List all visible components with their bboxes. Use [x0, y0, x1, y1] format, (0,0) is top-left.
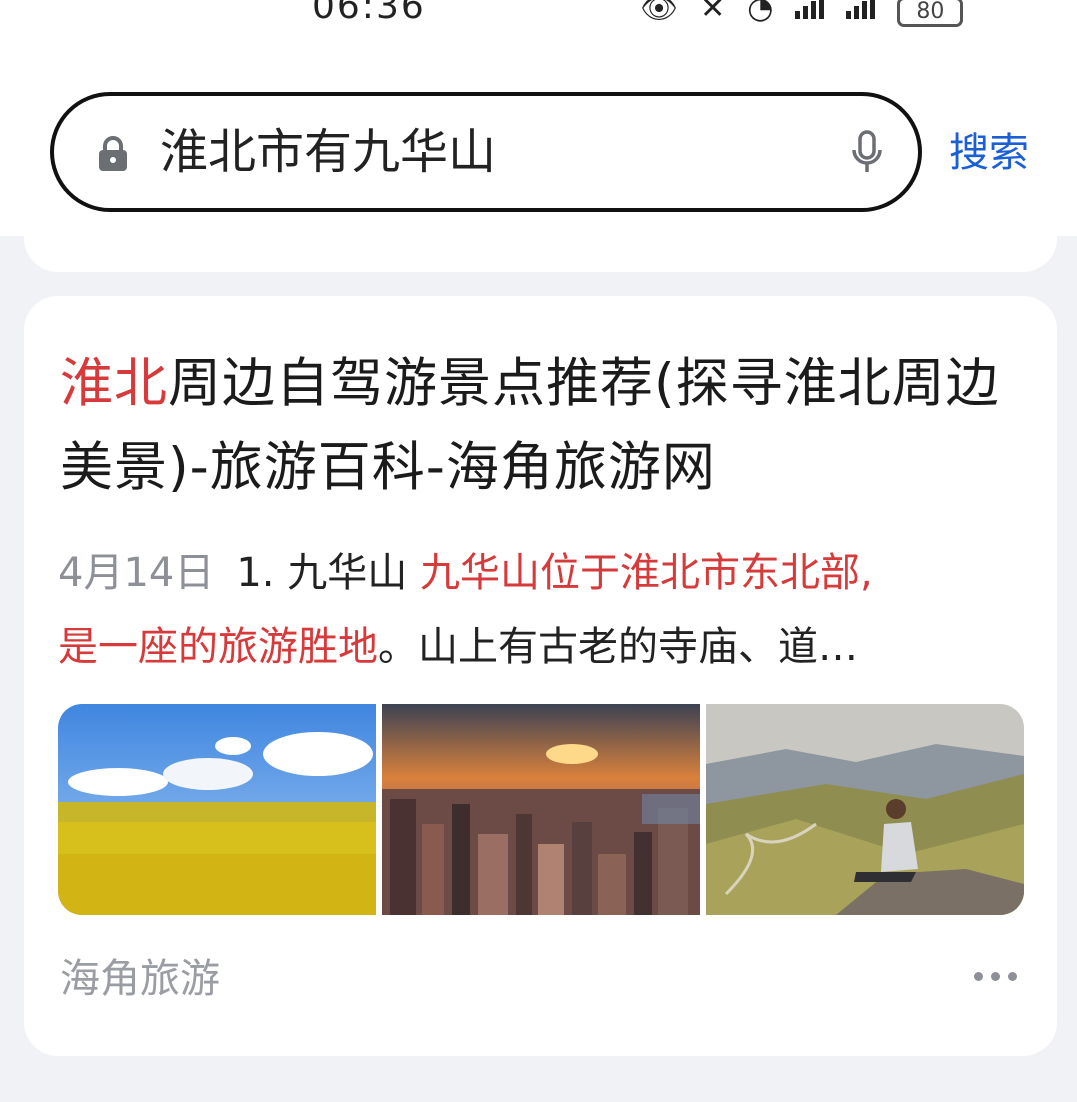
snippet-highlight-2: 是一座的旅游胜地: [58, 624, 378, 670]
wifi-icon: ◔: [747, 0, 774, 26]
title-highlight: 淮北: [60, 353, 168, 414]
signal-icon: [795, 0, 825, 19]
status-time: 06:36: [312, 0, 426, 27]
snippet-highlight: 九华山位于淮北市东北部,: [419, 550, 873, 596]
search-query: 淮北市有九华山: [160, 124, 497, 180]
mountain-valley-image[interactable]: [706, 704, 1024, 915]
snippet-suffix: 。山上有古老的寺庙、道…: [378, 624, 858, 670]
previous-result-card: [24, 220, 1057, 272]
dot: [974, 972, 983, 981]
search-input[interactable]: 淮北市有九华山: [50, 92, 922, 212]
search-button[interactable]: 搜索: [949, 126, 1029, 180]
search-result-card[interactable]: 淮北周边自驾游景点推荐(探寻淮北周边美景)-旅游百科-海角旅游网 4月14日 1.…: [24, 296, 1057, 1056]
result-title[interactable]: 淮北周边自驾游景点推荐(探寻淮北周边美景)-旅游百科-海角旅游网: [60, 342, 1030, 510]
eye-icon: 👁: [640, 0, 679, 26]
title-text: 周边自驾游景点推荐(探寻淮北周边美景)-旅游百科-海角旅游网: [60, 353, 1000, 498]
result-images[interactable]: [58, 704, 1024, 915]
top-bar: 06:36 👁 ✕ ◔ 80 淮北市有九华山 搜索: [0, 0, 1077, 236]
result-source: 海角旅游: [60, 956, 220, 1002]
result-date: 4月14日: [58, 550, 215, 596]
rapeseed-field-image[interactable]: [58, 704, 376, 915]
more-options-icon[interactable]: [974, 972, 1017, 981]
microphone-icon[interactable]: [850, 130, 884, 176]
city-sunset-image[interactable]: [382, 704, 700, 915]
mute-icon: ✕: [700, 0, 726, 26]
snippet-prefix: 1. 九华山: [236, 550, 420, 596]
status-icons: 👁 ✕ ◔ 80: [640, 0, 964, 28]
signal-icon-2: [846, 0, 876, 19]
battery-icon: 80: [897, 0, 964, 27]
lock-icon: [99, 136, 127, 171]
dot: [1008, 972, 1017, 981]
dot: [991, 972, 1000, 981]
result-snippet: 4月14日 1. 九华山 九华山位于淮北市东北部, 是一座的旅游胜地。山上有古老的…: [58, 536, 1028, 684]
